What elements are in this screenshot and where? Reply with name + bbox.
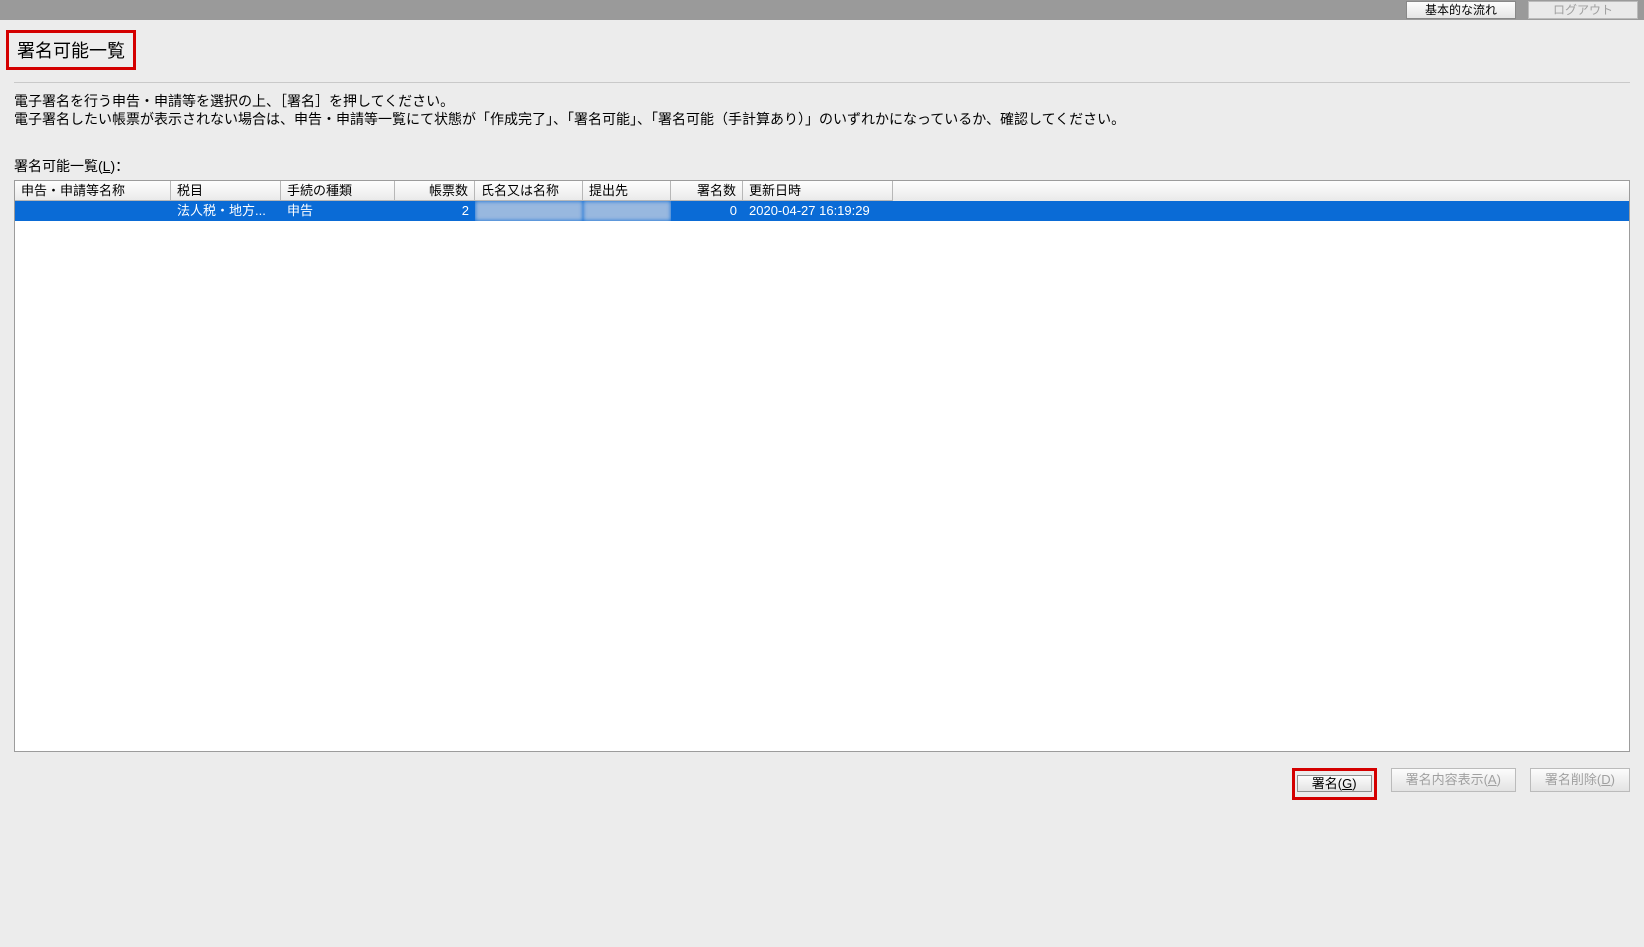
view-signature-button: 署名内容表示(A) bbox=[1391, 768, 1516, 792]
cell-tax-item: 法人税・地方... bbox=[171, 201, 281, 221]
description-line-2: 電子署名したい帳票が表示されない場合は、申告・申請等一覧にて状態が「作成完了」、… bbox=[14, 111, 1630, 129]
delete-signature-button: 署名削除(D) bbox=[1530, 768, 1630, 792]
cell-destination bbox=[583, 201, 671, 221]
basic-flow-button[interactable]: 基本的な流れ bbox=[1406, 1, 1516, 19]
separator bbox=[14, 82, 1630, 83]
table-row[interactable]: 法人税・地方... 申告 2 0 2020-04-27 16:19:29 bbox=[15, 201, 1629, 221]
col-procedure-type[interactable]: 手続の種類 bbox=[281, 181, 395, 201]
table-header-row: 申告・申請等名称 税目 手続の種類 帳票数 氏名又は名称 提出先 署名数 更新日… bbox=[15, 181, 1629, 201]
page-title: 署名可能一覧 bbox=[6, 30, 136, 70]
list-label: 署名可能一覧(L)： bbox=[14, 156, 1630, 176]
sign-button-highlight: 署名(G) bbox=[1292, 768, 1377, 800]
cell-application-name bbox=[15, 201, 171, 221]
col-form-count[interactable]: 帳票数 bbox=[395, 181, 475, 201]
cell-signature-count: 0 bbox=[671, 201, 743, 221]
cell-form-count: 2 bbox=[395, 201, 475, 221]
col-application-name[interactable]: 申告・申請等名称 bbox=[15, 181, 171, 201]
description: 電子署名を行う申告・申請等を選択の上、［署名］を押してください。 電子署名したい… bbox=[14, 93, 1630, 128]
bottom-bar: 署名(G) 署名内容表示(A) 署名削除(D) bbox=[0, 762, 1644, 806]
top-bar: 基本的な流れ ログアウト bbox=[0, 0, 1644, 20]
logout-button: ログアウト bbox=[1528, 1, 1638, 19]
cell-name bbox=[475, 201, 583, 221]
col-updated[interactable]: 更新日時 bbox=[743, 181, 893, 201]
sign-button[interactable]: 署名(G) bbox=[1297, 775, 1372, 792]
col-tax-item[interactable]: 税目 bbox=[171, 181, 281, 201]
col-signature-count[interactable]: 署名数 bbox=[671, 181, 743, 201]
signature-table[interactable]: 申告・申請等名称 税目 手続の種類 帳票数 氏名又は名称 提出先 署名数 更新日… bbox=[14, 180, 1630, 752]
col-destination[interactable]: 提出先 bbox=[583, 181, 671, 201]
col-name[interactable]: 氏名又は名称 bbox=[475, 181, 583, 201]
description-line-1: 電子署名を行う申告・申請等を選択の上、［署名］を押してください。 bbox=[14, 93, 1630, 111]
cell-updated: 2020-04-27 16:19:29 bbox=[743, 201, 893, 221]
cell-procedure-type: 申告 bbox=[281, 201, 395, 221]
